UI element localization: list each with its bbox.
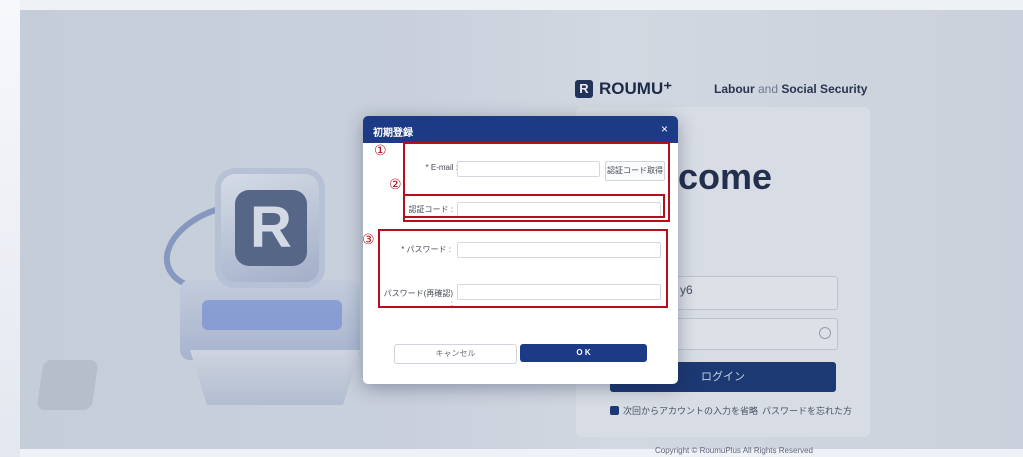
annotation-marker-1: ① <box>374 143 387 159</box>
screenshot-stage: R R ROUMU⁺ Labour and Social Security co… <box>0 0 1023 457</box>
annotation-box-2 <box>403 194 665 218</box>
bottom-edge-bar <box>20 449 1023 457</box>
annotation-marker-2: ② <box>389 177 402 193</box>
annotation-box-3 <box>378 229 668 308</box>
copyright-text: Copyright © RoumuPlus All Rights Reserve… <box>655 446 813 455</box>
ok-button[interactable]: O K <box>520 344 647 362</box>
close-icon[interactable]: × <box>661 122 668 136</box>
top-edge-bar <box>20 0 1023 10</box>
left-edge-bar <box>0 0 20 457</box>
dialog-title: 初期登録 <box>373 128 413 139</box>
annotation-marker-3: ③ <box>362 232 375 248</box>
cancel-button[interactable]: キャンセル <box>394 344 517 364</box>
dialog-header: 初期登録 × <box>363 116 678 143</box>
